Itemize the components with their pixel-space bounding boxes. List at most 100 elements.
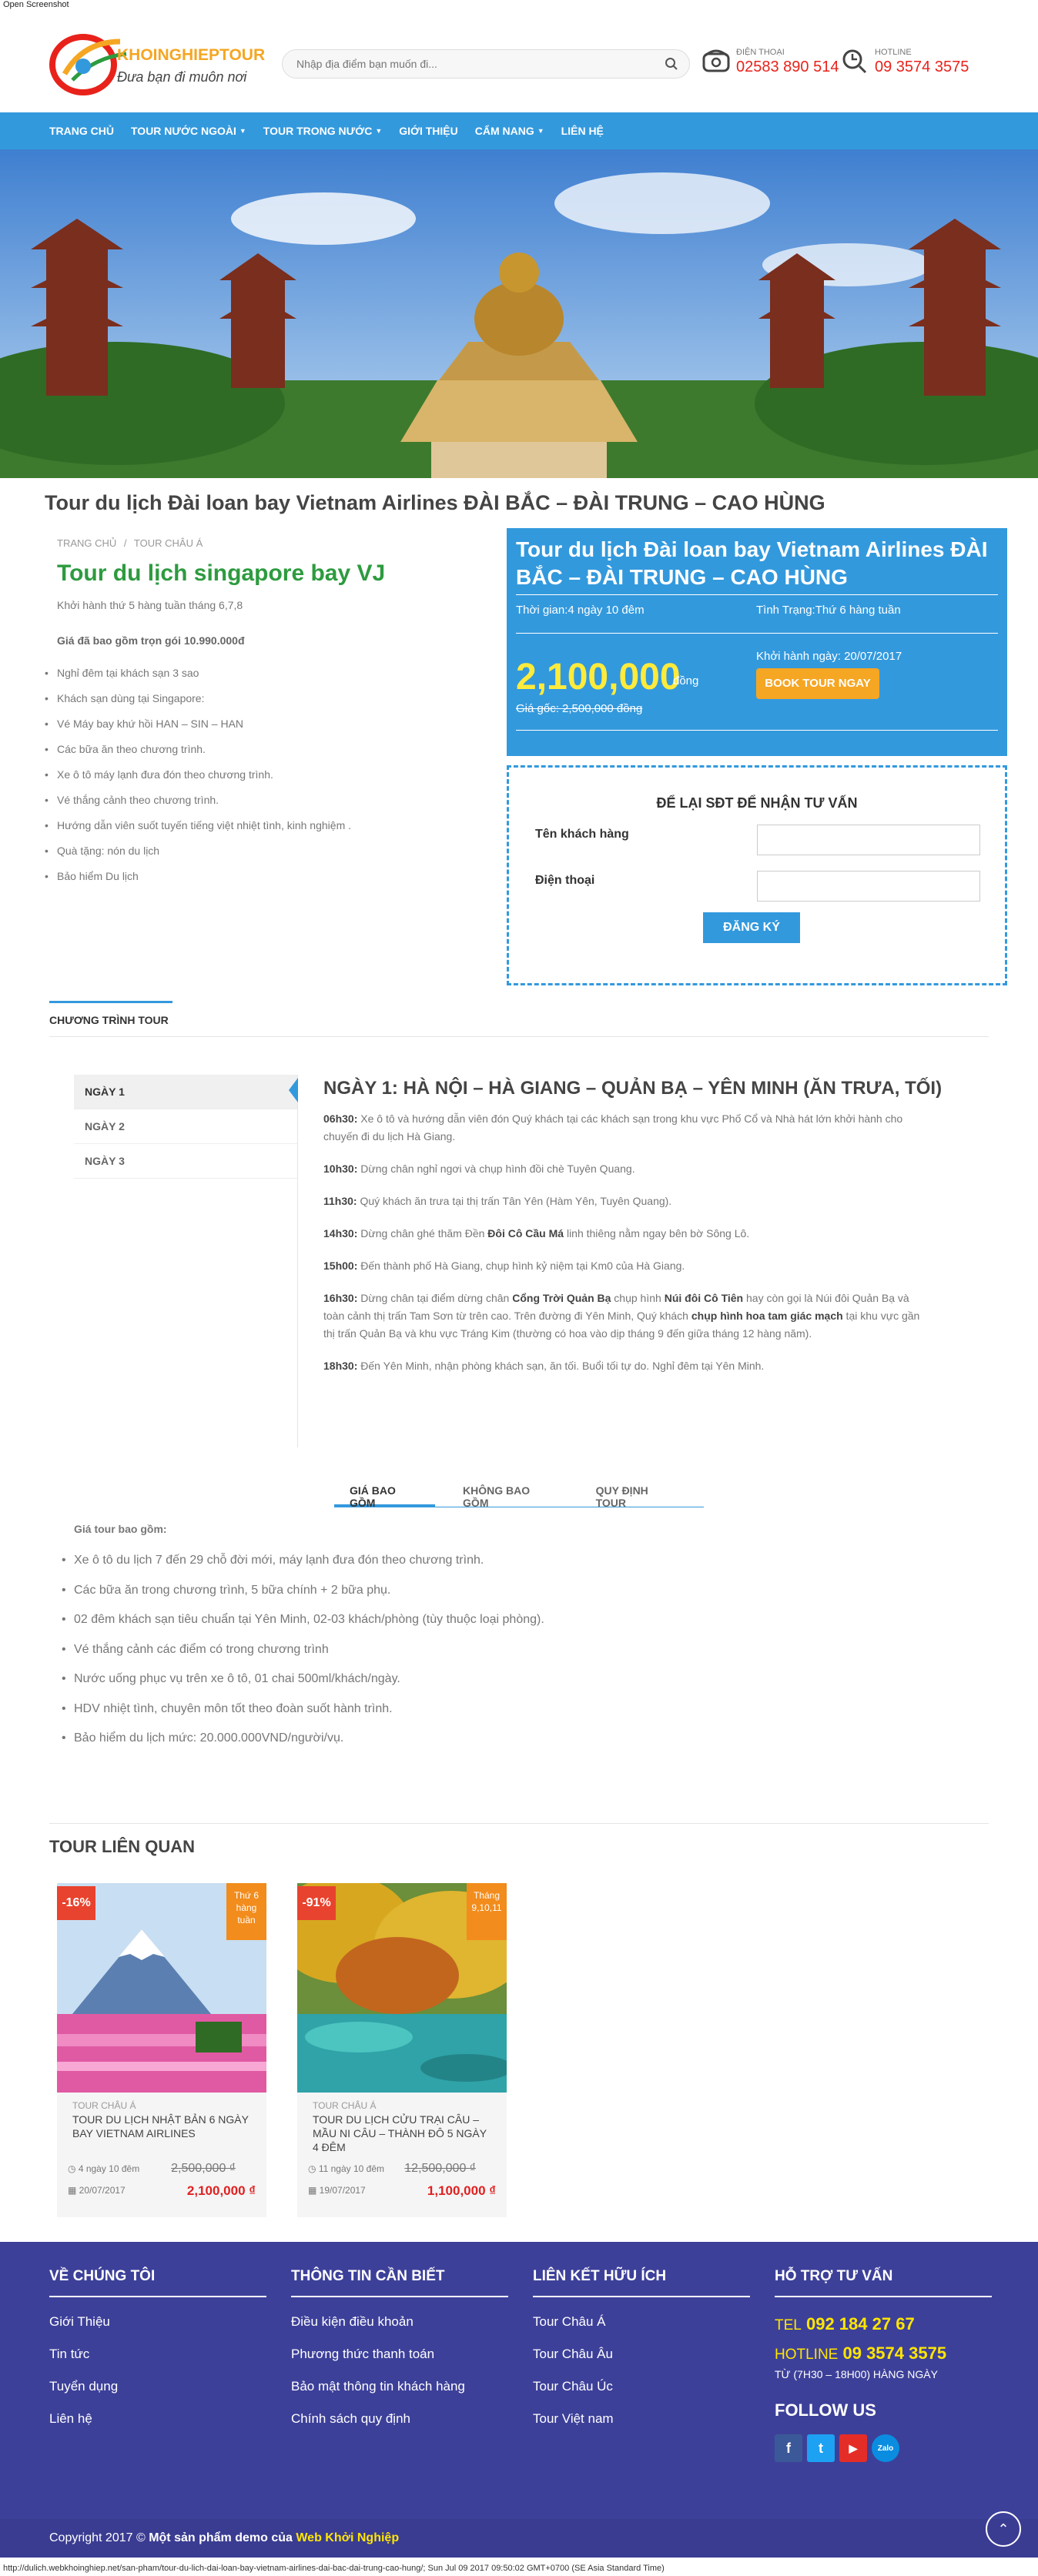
itinerary-entry: 16h30: Dừng chân tại điểm dừng chân Cổng… <box>323 1292 920 1340</box>
phone-field-label: Điện thoại <box>535 874 595 887</box>
zalo-icon[interactable]: Zalo <box>872 2434 899 2462</box>
footer-col-title: VỀ CHÚNG TÔI <box>49 2268 266 2297</box>
youtube-icon[interactable]: ▶ <box>839 2434 867 2462</box>
footer-link[interactable]: Chính sách quy định <box>291 2411 508 2444</box>
footer-col-title: HỖ TRỢ TƯ VẤN <box>775 2268 992 2297</box>
list-item: 02 đêm khách sạn tiêu chuẩn tại Yên Minh… <box>62 1613 544 1643</box>
back-to-top-icon[interactable]: ⌃ <box>986 2511 1021 2547</box>
footer-col-title: THÔNG TIN CẦN BIẾT <box>291 2268 508 2297</box>
calendar-icon: ▦ <box>68 2185 79 2196</box>
departure-date: Khởi hành ngày: 20/07/2017 <box>756 650 902 663</box>
tab-tour-program[interactable]: CHƯƠNG TRÌNH TOUR <box>49 1001 172 1026</box>
book-tour-button[interactable]: BOOK TOUR NGAY <box>756 668 879 699</box>
divider <box>516 730 998 731</box>
related-tour-card[interactable]: -16% Thứ 6 hàng tuần TOUR CHÂU Á TOUR DU… <box>57 1883 266 2217</box>
nav-item-about[interactable]: GIỚI THIỆU <box>399 125 458 137</box>
footer-support: HỖ TRỢ TƯ VẤN TEL 092 184 27 67 HOTLINE … <box>775 2268 992 2462</box>
search-input[interactable] <box>283 50 645 78</box>
itinerary-entry: 14h30: Dừng chân ghé thăm Đền Đôi Cô Cầu… <box>323 1227 750 1239</box>
tour-name[interactable]: TOUR DU LỊCH NHẬT BẢN 6 NGÀY BAY VIETNAM… <box>72 2113 253 2140</box>
tour-duration: Thời gian:4 ngày 10 đêm <box>516 604 645 617</box>
footer-link[interactable]: Tin tức <box>49 2347 266 2379</box>
discount-badge: -16% <box>57 1886 95 1920</box>
chevron-down-icon: ▼ <box>537 127 544 135</box>
footer-link[interactable]: Tour Châu Á <box>533 2314 750 2347</box>
list-item: Vé thắng cảnh theo chương trình. <box>45 794 351 819</box>
day-tab-1[interactable]: NGÀY 1 <box>74 1075 297 1109</box>
clock-icon: ◷ <box>308 2163 319 2174</box>
support-hotline[interactable]: HOTLINE 09 3574 3575 <box>775 2343 992 2364</box>
nav-item-contact[interactable]: LIÊN HỆ <box>561 125 604 137</box>
calendar-icon: ▦ <box>308 2185 320 2196</box>
search-icon[interactable] <box>665 57 678 73</box>
list-item: Nước uống phục vụ trên xe ô tô, 01 chai … <box>62 1672 544 1702</box>
footer-info: THÔNG TIN CẦN BIẾT Điều kiện điều khoản … <box>291 2268 508 2444</box>
discount-badge: -91% <box>297 1886 336 1920</box>
list-item: HDV nhiệt tình, chuyên môn tốt theo đoàn… <box>62 1702 544 1732</box>
phone-number[interactable]: 02583 890 514 <box>736 59 839 76</box>
footer-link[interactable]: Liên hệ <box>49 2411 266 2444</box>
itinerary-entry: 06h30: Xe ô tô và hướng dẫn viên đón Quý… <box>323 1112 903 1142</box>
form-title: ĐỂ LẠI SĐT ĐỂ NHẬN TƯ VẤN <box>656 795 858 811</box>
tab-not-included[interactable]: KHÔNG BAO GỒM <box>447 1477 568 1509</box>
tab-tour-rules[interactable]: QUY ĐỊNH TOUR <box>581 1477 691 1509</box>
itinerary-entry: 11h30: Quý khách ăn trưa tại thị trấn Tâ… <box>323 1195 672 1207</box>
hotline-contact[interactable]: HOTLINE 09 3574 3575 <box>841 48 969 76</box>
copyright-link[interactable]: Web Khởi Nghiệp <box>293 2531 399 2544</box>
twitter-icon[interactable]: t <box>807 2434 835 2462</box>
site-logo[interactable]: KHOINGHIEPTOUR Đưa bạn đi muôn nơi <box>49 26 265 102</box>
footer-link[interactable]: Tour Việt nam <box>533 2411 750 2444</box>
breadcrumb-category[interactable]: TOUR CHÂU Á <box>134 537 203 549</box>
tour-date: ▦ 19/07/2017 <box>308 2185 366 2196</box>
tour-duration: ◷ 4 ngày 10 đêm <box>68 2163 140 2174</box>
customer-name-input[interactable] <box>757 825 980 855</box>
nav-item-home[interactable]: TRANG CHỦ <box>49 125 114 137</box>
phone-input[interactable] <box>757 871 980 902</box>
divider <box>49 1036 989 1037</box>
hotline-number[interactable]: 09 3574 3575 <box>875 59 969 76</box>
screenshot-url-caption: http://dulich.webkhoinghiep.net/san-pham… <box>3 2564 665 2573</box>
logo-slogan: Đưa bạn đi muôn nơi <box>117 69 247 85</box>
facebook-icon[interactable]: f <box>775 2434 802 2462</box>
tour-date: ▦ 20/07/2017 <box>68 2185 126 2196</box>
list-item: Khách sạn dùng tại Singapore: <box>45 692 351 718</box>
consultation-form: ĐỂ LẠI SĐT ĐỂ NHẬN TƯ VẤN Tên khách hàng… <box>507 765 1007 985</box>
tour-name[interactable]: TOUR DU LỊCH CỬU TRẠI CÂU – MẦU NI CÂU –… <box>313 2113 494 2154</box>
footer-link[interactable]: Tour Châu Úc <box>533 2379 750 2411</box>
copyright-bar: Copyright 2017 © Một sản phẩm demo của W… <box>0 2519 1038 2558</box>
register-button[interactable]: ĐĂNG KÝ <box>703 912 800 943</box>
phone-contact[interactable]: ĐIỆN THOẠI 02583 890 514 <box>702 48 839 76</box>
footer-link[interactable]: Điều kiện điều khoản <box>291 2314 508 2347</box>
hero-banner-image <box>0 149 1038 478</box>
tour-price: 2,100,000 <box>516 657 681 698</box>
phone-label: ĐIỆN THOẠI <box>736 48 785 57</box>
footer-link[interactable]: Phương thức thanh toán <box>291 2347 508 2379</box>
related-tour-card[interactable]: -91% Tháng 9,10,11 TOUR CHÂU Á TOUR DU L… <box>297 1883 507 2217</box>
breadcrumb-home[interactable]: TRANG CHỦ <box>57 537 116 549</box>
footer-col-title: LIÊN KẾT HỮU ÍCH <box>533 2268 750 2297</box>
price-unit: đồng <box>673 674 699 687</box>
day-tab-3[interactable]: NGÀY 3 <box>74 1144 297 1179</box>
nav-item-foreign-tours[interactable]: TOUR NƯỚC NGOÀI ▼ <box>131 125 246 137</box>
footer-link[interactable]: Bảo mật thông tin khách hàng <box>291 2379 508 2411</box>
footer-link[interactable]: Tuyển dụng <box>49 2379 266 2411</box>
support-hours: TỪ (7H30 – 18H00) HÀNG NGÀY <box>775 2368 938 2380</box>
footer-link[interactable]: Tour Châu Âu <box>533 2347 750 2379</box>
phone-icon <box>702 48 730 76</box>
booking-title: Tour du lịch Đài loan bay Vietnam Airlin… <box>516 537 988 589</box>
itinerary-entry: 10h30: Dừng chân nghỉ ngơi và chụp hình … <box>323 1163 635 1175</box>
nav-item-domestic-tours[interactable]: TOUR TRONG NƯỚC ▼ <box>263 125 382 137</box>
tab-included[interactable]: GIÁ BAO GỒM <box>334 1477 436 1509</box>
copyright-text: Copyright 2017 © Một sản phẩm demo của W… <box>49 2531 400 2544</box>
day-tabs: NGÀY 1 NGÀY 2 NGÀY 3 <box>74 1075 297 1179</box>
itinerary-entry: 15h00: Đến thành phố Hà Giang, chụp hình… <box>323 1260 685 1272</box>
old-price: 2,500,000 ₫ <box>171 2162 236 2175</box>
day-tab-2[interactable]: NGÀY 2 <box>74 1109 297 1144</box>
support-tel[interactable]: TEL 092 184 27 67 <box>775 2314 992 2334</box>
tour-price: 2,100,000 ₫ <box>186 2183 256 2198</box>
nav-item-guide[interactable]: CẨM NANG ▼ <box>475 125 544 137</box>
tour-category[interactable]: TOUR CHÂU Á <box>72 2100 136 2111</box>
day-title: NGÀY 1: HÀ NỘI – HÀ GIANG – QUẢN BẠ – YÊ… <box>323 1078 943 1099</box>
footer-link[interactable]: Giới Thiệu <box>49 2314 266 2347</box>
tour-category[interactable]: TOUR CHÂU Á <box>313 2100 376 2111</box>
